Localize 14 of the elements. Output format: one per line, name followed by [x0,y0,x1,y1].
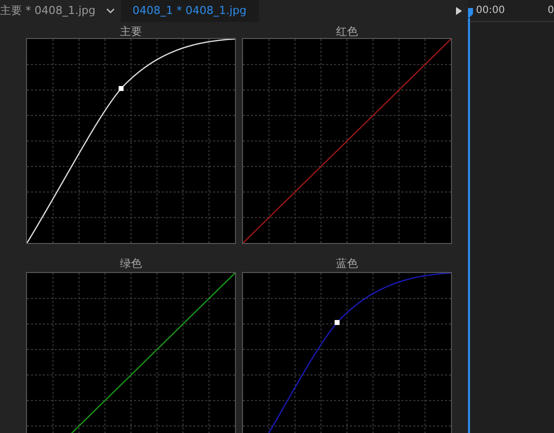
curve-title: 蓝色 [336,258,358,270]
play-icon[interactable] [456,7,462,15]
control-point[interactable] [334,320,340,325]
control-point[interactable] [118,86,124,91]
tab[interactable]: 0408_1 * 0408_1.jpg [120,0,259,22]
curve-title: 主要 [120,26,142,38]
timecode: 0 [548,4,554,18]
timecode: 00:00 [476,4,505,18]
curve-title: 绿色 [120,258,142,270]
curve-title: 红色 [336,26,358,38]
curve-graph[interactable] [26,272,236,433]
curve-graph[interactable] [242,38,452,244]
chevron-down-icon[interactable] [106,8,115,14]
tab[interactable]: 主要 * 0408_1.jpg [0,0,100,22]
